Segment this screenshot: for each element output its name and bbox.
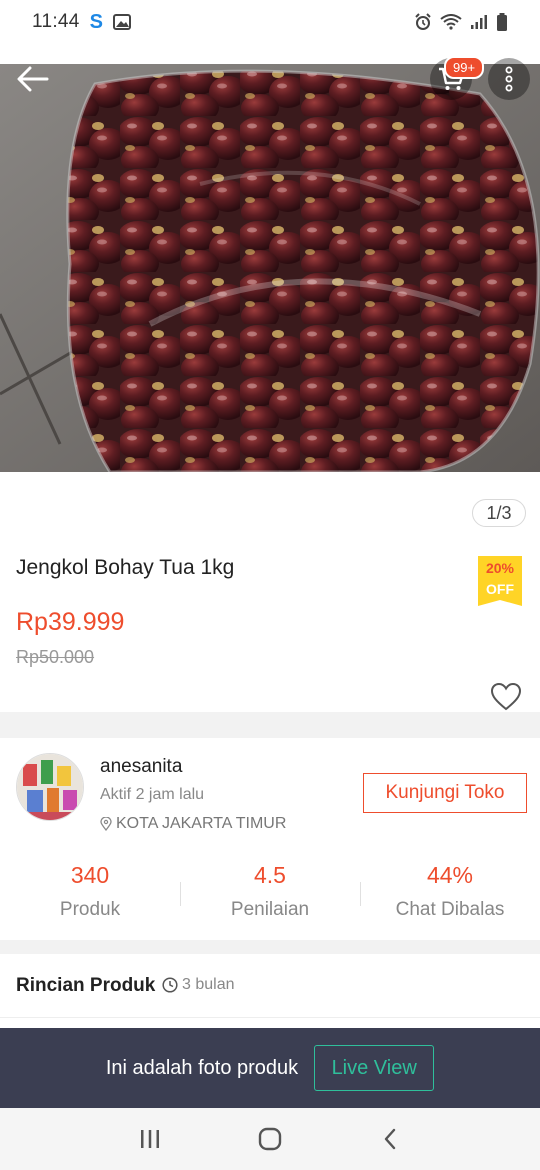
- shop-location-text: KOTA JAKARTA TIMUR: [116, 815, 287, 832]
- image-icon: [112, 14, 131, 30]
- arrow-left-icon: [17, 66, 49, 92]
- home-icon: [258, 1127, 282, 1151]
- shop-active-status: Aktif 2 jam lalu: [100, 786, 205, 803]
- stat-value: 4.5: [254, 862, 286, 888]
- battery-icon: [497, 13, 507, 31]
- product-details-time: 3 bulan: [162, 976, 235, 994]
- live-banner-text: Ini adalah foto produk: [105, 1056, 299, 1079]
- product-image[interactable]: [0, 64, 540, 472]
- shop-name[interactable]: anesanita: [100, 756, 182, 778]
- system-back-button[interactable]: [370, 1119, 410, 1159]
- clock-icon: [162, 977, 178, 993]
- shop-location: KOTA JAKARTA TIMUR: [100, 815, 286, 833]
- recent-apps-button[interactable]: [130, 1119, 170, 1159]
- signal-icon: [471, 15, 487, 29]
- product-title: Jengkol Bohay Tua 1kg: [16, 556, 235, 579]
- shop-avatar[interactable]: [16, 753, 84, 821]
- stat-value: 340: [70, 862, 110, 888]
- discount-badge: 20% OFF: [478, 556, 522, 606]
- location-pin-icon: [100, 817, 112, 831]
- stat-label: Produk: [59, 899, 121, 920]
- home-button[interactable]: [250, 1119, 290, 1159]
- live-view-banner: Ini adalah foto produk Live View: [0, 1028, 540, 1108]
- system-nav-bar: [0, 1108, 540, 1170]
- more-options-button[interactable]: [488, 58, 530, 100]
- product-details-title: Rincian Produk: [16, 975, 156, 996]
- alarm-icon: [415, 13, 431, 30]
- status-bar: 11:44 S: [0, 0, 540, 44]
- stat-chat-reply[interactable]: 44% Chat Dibalas: [360, 858, 540, 928]
- back-button[interactable]: [12, 58, 54, 100]
- recent-apps-icon: [141, 1130, 159, 1148]
- status-time: 11:44: [32, 11, 80, 32]
- stat-products[interactable]: 340 Produk: [0, 858, 180, 928]
- chevron-left-icon: [384, 1128, 396, 1150]
- discount-off-label: OFF: [486, 581, 514, 597]
- divider-line: [0, 1017, 540, 1018]
- section-divider: [0, 940, 540, 954]
- original-price: Rp50.000: [16, 647, 95, 667]
- visit-shop-button[interactable]: Kunjungi Toko: [363, 773, 527, 813]
- section-divider: [0, 712, 540, 738]
- cart-count-badge: 99+: [444, 56, 485, 79]
- more-vertical-icon: [505, 66, 513, 92]
- stat-label: Chat Dibalas: [395, 899, 505, 920]
- app-s-icon: S: [89, 10, 103, 33]
- heart-icon[interactable]: [490, 682, 522, 712]
- stat-label: Penilaian: [230, 899, 310, 920]
- discount-percent: 20%: [485, 560, 515, 576]
- stat-rating[interactable]: 4.5 Penilaian: [180, 858, 360, 928]
- shop-stats: 340 Produk 4.5 Penilaian 44% Chat Dibala…: [0, 858, 540, 928]
- product-details-time-text: 3 bulan: [182, 976, 235, 993]
- product-price: Rp39.999: [16, 608, 125, 636]
- live-view-button[interactable]: Live View: [314, 1045, 435, 1091]
- stat-value: 44%: [426, 862, 474, 888]
- wifi-icon: [440, 14, 462, 30]
- image-page-indicator: 1/3: [472, 499, 526, 527]
